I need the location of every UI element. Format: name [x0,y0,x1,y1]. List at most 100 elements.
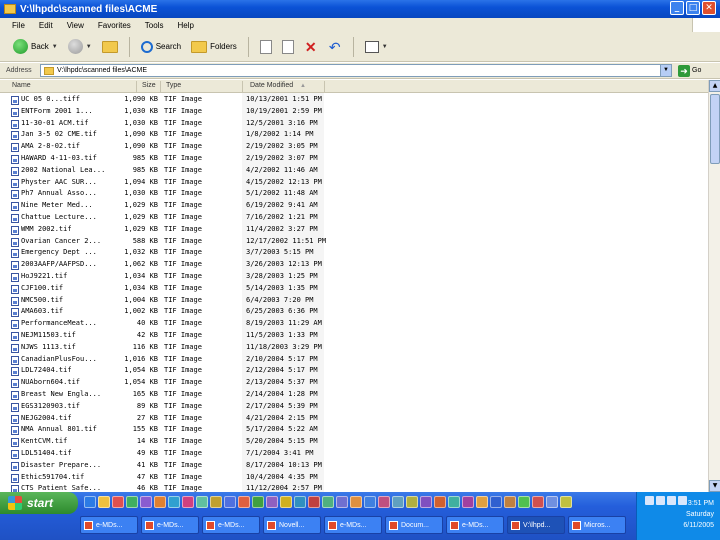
quick-launch-icon[interactable] [224,496,236,508]
quick-launch-icon[interactable] [420,496,432,508]
file-row[interactable]: Ethic591704.tif 47 KB TIF Image 10/4/2004 4… [0,472,330,484]
taskbar-button[interactable]: Novell... [263,516,321,534]
column-name[interactable]: Name [12,82,31,89]
taskbar-button[interactable]: e-MDs... [80,516,138,534]
title-bar[interactable]: V:\lhpdc\scanned files\ACME _ □ ✕ [0,0,720,18]
column-type[interactable]: Type [166,82,181,89]
up-folder-button[interactable] [99,39,121,55]
file-row[interactable]: EGS3120903.tif 89 KB TIF Image 2/17/2004 5:… [0,401,330,413]
file-row[interactable]: Nine Meter Med... 1,029 KB TIF Image 6/19/2… [0,200,330,212]
column-divider[interactable] [136,81,137,92]
quick-launch-icon[interactable] [308,496,320,508]
go-button[interactable]: ➜ Go [678,64,701,77]
quick-launch-icon[interactable] [168,496,180,508]
search-button[interactable]: Search [138,39,184,55]
file-row[interactable]: 2002 National Lea... 985 KB TIF Image 4/2/2… [0,165,330,177]
quick-launch-icon[interactable] [322,496,334,508]
file-row[interactable]: LDL72404.tif 1,054 KB TIF Image 2/12/2004 5… [0,365,330,377]
file-row[interactable]: NMA Annual 801.tif 155 KB TIF Image 5/17/20… [0,424,330,436]
file-row[interactable]: PerformanceMeat... 40 KB TIF Image 8/19/200… [0,318,330,330]
quick-launch-icon[interactable] [434,496,446,508]
tray-security-icon[interactable] [667,496,676,505]
quick-launch-icon[interactable] [378,496,390,508]
quick-launch-icon[interactable] [476,496,488,508]
file-row[interactable]: UC 05 0...tiff 1,090 KB TIF Image 10/13/200… [0,94,330,106]
taskbar-button[interactable]: V:\lhpd... [507,516,565,534]
taskbar-button[interactable]: Micros... [568,516,626,534]
file-row[interactable]: HoJ9221.tif 1,034 KB TIF Image 3/28/2003 1:… [0,271,330,283]
quick-launch-icon[interactable] [504,496,516,508]
undo-button[interactable]: ↶ [325,37,345,57]
column-divider[interactable] [160,81,161,92]
file-row[interactable]: Jan 3-5 02 CME.tif 1,090 KB TIF Image 1/8/2… [0,129,330,141]
address-input[interactable]: V:\lhpdc\scanned files\ACME ▼ [40,64,672,77]
quick-launch-icon[interactable] [336,496,348,508]
scroll-thumb[interactable] [710,94,720,164]
menu-file[interactable]: File [12,21,25,30]
file-row[interactable]: CTS Patient Safe... 46 KB TIF Image 11/12/2… [0,483,330,492]
column-size[interactable]: Size [142,82,156,89]
quick-launch-icon[interactable] [280,496,292,508]
quick-launch-icon[interactable] [84,496,96,508]
quick-launch-icon[interactable] [392,496,404,508]
quick-launch-icon[interactable] [490,496,502,508]
forward-button[interactable]: ▼ [65,37,95,56]
file-row[interactable]: NMC500.tif 1,004 KB TIF Image 6/4/2003 7:20… [0,295,330,307]
quick-launch-icon[interactable] [238,496,250,508]
quick-launch-icon[interactable] [252,496,264,508]
menu-edit[interactable]: Edit [39,21,53,30]
taskbar-button[interactable]: e-MDs... [141,516,199,534]
delete-button[interactable]: ✕ [301,37,321,57]
file-row[interactable]: CanadianPlusFou... 1,016 KB TIF Image 2/10/… [0,354,330,366]
taskbar-button[interactable]: e-MDs... [324,516,382,534]
quick-launch-icon[interactable] [196,496,208,508]
file-row[interactable]: AMA 2-8-02.tif 1,090 KB TIF Image 2/19/2002… [0,141,330,153]
file-row[interactable]: 11-30-01 ACM.tif 1,030 KB TIF Image 12/5/20… [0,118,330,130]
chevron-down-icon[interactable]: ▼ [86,44,92,50]
file-row[interactable]: NJWS 1113.tif 116 KB TIF Image 11/18/2003 3… [0,342,330,354]
scroll-down-icon[interactable]: ▼ [709,480,720,492]
file-row[interactable]: CJF100.tif 1,034 KB TIF Image 5/14/2003 1:3… [0,283,330,295]
quick-launch-icon[interactable] [154,496,166,508]
file-row[interactable]: HAWARD 4-11-03.tif 985 KB TIF Image 2/19/20… [0,153,330,165]
file-row[interactable]: Ph7 Annual Asso... 1,030 KB TIF Image 5/1/2… [0,188,330,200]
quick-launch-icon[interactable] [112,496,124,508]
tray-volume-icon[interactable] [656,496,665,505]
file-row[interactable]: WMM 2002.tif 1,029 KB TIF Image 11/4/2002 3… [0,224,330,236]
file-row[interactable]: AMA603.tif 1,002 KB TIF Image 6/25/2003 6:3… [0,306,330,318]
quick-launch-icon[interactable] [266,496,278,508]
scroll-up-icon[interactable]: ▲ [709,80,720,92]
chevron-down-icon[interactable]: ▼ [382,44,388,50]
file-row[interactable]: KentCVM.tif 14 KB TIF Image 5/20/2004 5:15 … [0,436,330,448]
vertical-scrollbar[interactable]: ▲ ▼ [708,80,720,492]
taskbar-button[interactable]: e-MDs... [202,516,260,534]
file-row[interactable]: Disaster Prepare... 41 KB TIF Image 8/17/20… [0,460,330,472]
file-row[interactable]: LDL51404.tif 49 KB TIF Image 7/1/2004 3:41 … [0,448,330,460]
views-button[interactable]: ▼ [362,39,391,55]
quick-launch-icon[interactable] [98,496,110,508]
maximize-button[interactable]: □ [686,1,700,15]
quick-launch-icon[interactable] [182,496,194,508]
quick-launch-icon[interactable] [560,496,572,508]
menu-tools[interactable]: Tools [145,21,164,30]
close-button[interactable]: ✕ [702,1,716,15]
file-row[interactable]: Ovarian Cancer 2... 588 KB TIF Image 12/17/… [0,236,330,248]
menu-help[interactable]: Help [177,21,193,30]
file-row[interactable]: Chattue Lecture... 1,029 KB TIF Image 7/16/… [0,212,330,224]
file-row[interactable]: 2003AAFP/AAFPSD... 1,062 KB TIF Image 3/26/… [0,259,330,271]
quick-launch-icon[interactable] [126,496,138,508]
tray-network-icon[interactable] [645,496,654,505]
minimize-button[interactable]: _ [670,1,684,15]
quick-launch-icon[interactable] [462,496,474,508]
folders-button[interactable]: Folders [188,39,240,55]
chevron-down-icon[interactable]: ▼ [52,44,58,50]
menu-favorites[interactable]: Favorites [98,21,131,30]
taskbar-button[interactable]: Docum... [385,516,443,534]
chevron-down-icon[interactable]: ▼ [660,65,671,76]
quick-launch-icon[interactable] [546,496,558,508]
quick-launch-icon[interactable] [448,496,460,508]
quick-launch-icon[interactable] [140,496,152,508]
quick-launch-icon[interactable] [406,496,418,508]
start-button[interactable]: start [0,492,78,514]
file-row[interactable]: NEJM11503.tif 42 KB TIF Image 11/5/2003 1:3… [0,330,330,342]
